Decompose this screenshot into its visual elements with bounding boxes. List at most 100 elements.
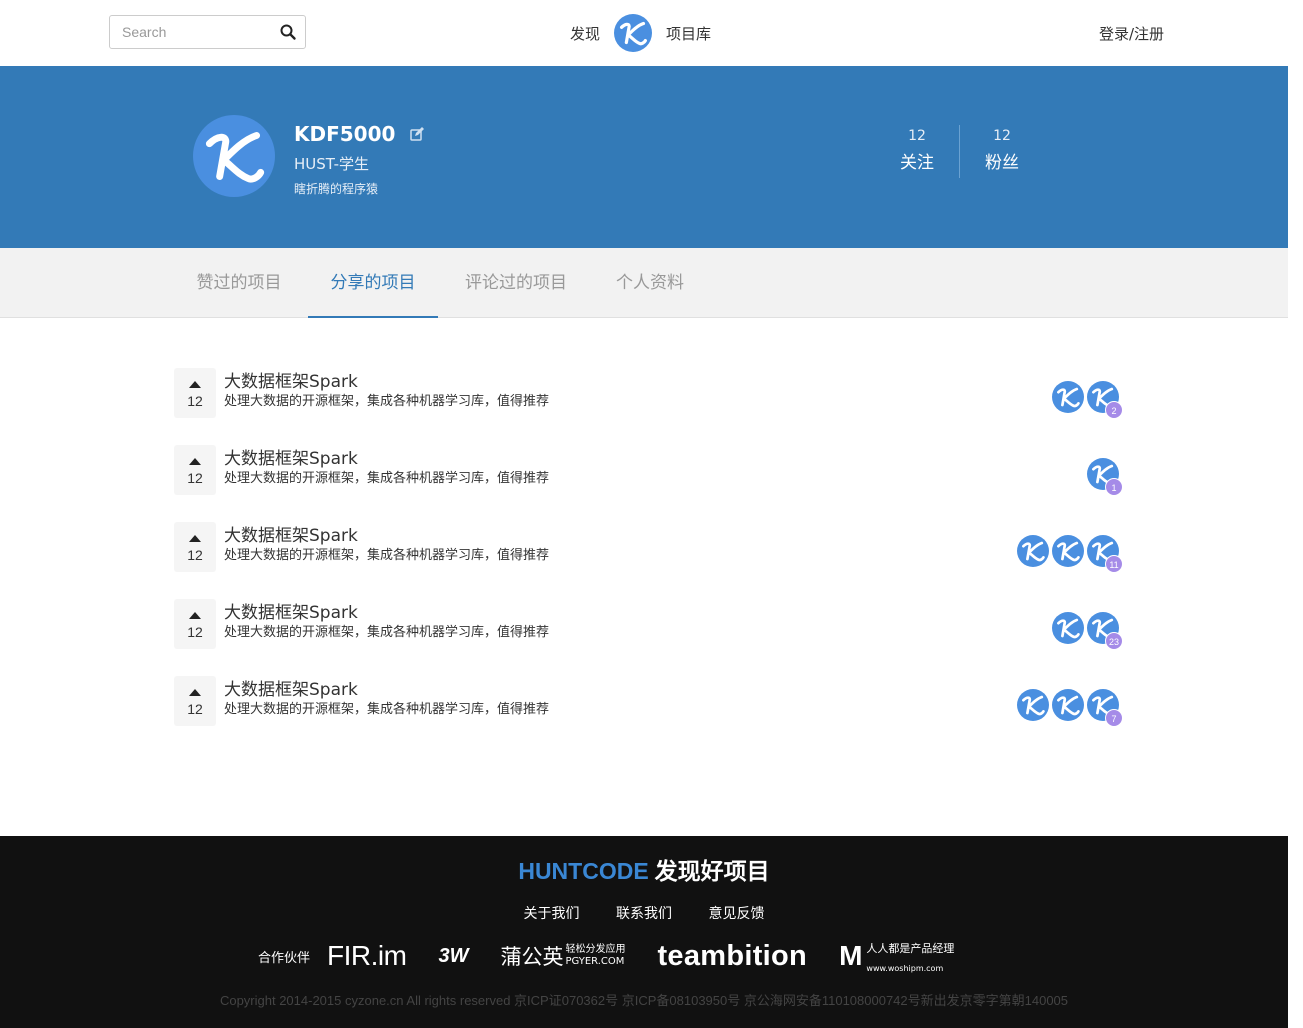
project-item: 12 大数据框架Spark 处理大数据的开源框架，集成各种机器学习库，值得推荐 … (174, 675, 1123, 734)
upvote-triangle-icon (189, 612, 201, 619)
followers-count: 12 (993, 128, 1011, 144)
project-item: 12 大数据框架Spark 处理大数据的开源框架，集成各种机器学习库，值得推荐 … (174, 598, 1123, 657)
partner-woshipm-logo[interactable]: M 人人都是产品经理 www.woshipm.com (839, 937, 954, 975)
partner-pgyer-logo[interactable]: 蒲公英 轻松分发应用 PGYER.COM (500, 941, 625, 971)
k-logo-icon (1052, 612, 1084, 644)
main-nav: 发现 项目库 (570, 14, 711, 52)
upvote-triangle-icon (189, 381, 201, 388)
copyright-text: Copyright 2014-2015 cyzone.cn All rights… (219, 993, 1069, 1008)
pgyer-slogan: 轻松分发应用 (565, 944, 626, 955)
footer: HUNTCODE 发现好项目 关于我们 联系我们 意见反馈 合作伙伴 FIR.im… (0, 836, 1288, 1028)
project-desc: 处理大数据的开源框架，集成各种机器学习库，值得推荐 (224, 394, 550, 409)
upvote-button[interactable]: 12 (174, 445, 216, 495)
vote-count: 12 (187, 393, 203, 409)
profile-school: HUST-学生 (294, 155, 369, 173)
k-logo-icon (1017, 535, 1049, 567)
partner-3w-logo[interactable]: 3W (438, 945, 468, 968)
pgyer-url: PGYER.COM (565, 956, 625, 967)
tab-commented-projects[interactable]: 评论过的项目 (452, 248, 580, 318)
k-logo-icon (1052, 535, 1084, 567)
voter-avatar[interactable] (1052, 535, 1084, 567)
profile-name: KDF5000 (294, 122, 396, 146)
footer-link-contact[interactable]: 联系我们 (616, 906, 672, 922)
partners-label: 合作伙伴 (258, 950, 311, 966)
following-label: 关注 (900, 153, 934, 173)
project-desc: 处理大数据的开源框架，集成各种机器学习库，值得推荐 (224, 548, 550, 563)
pgyer-tagline: 轻松分发应用 PGYER.COM (565, 944, 625, 968)
voter-avatar[interactable] (1052, 381, 1084, 413)
upvote-button[interactable]: 12 (174, 599, 216, 649)
edit-icon[interactable] (409, 126, 425, 142)
footer-link-about[interactable]: 关于我们 (524, 906, 580, 922)
vote-count: 12 (187, 624, 203, 640)
profile-avatar (193, 115, 275, 197)
voter-count-badge: 2 (1105, 401, 1123, 419)
voter-avatar[interactable]: 2 (1087, 381, 1123, 419)
profile-tabs: 赞过的项目 分享的项目 评论过的项目 个人资料 (0, 248, 1288, 318)
profile-header: KDF5000 HUST-学生 瞎折腾的程序猿 12 关注 12 粉丝 (0, 66, 1288, 248)
tab-shared-projects[interactable]: 分享的项目 (308, 248, 438, 318)
pgyer-name: 蒲公英 (500, 945, 564, 969)
voter-avatar[interactable] (1052, 689, 1084, 721)
vote-count: 12 (187, 470, 203, 486)
vote-count: 12 (187, 547, 203, 563)
project-title[interactable]: 大数据框架Spark (224, 598, 358, 623)
nav-discover-link[interactable]: 发现 (570, 23, 600, 44)
project-title[interactable]: 大数据框架Spark (224, 367, 358, 392)
voter-count-badge: 7 (1105, 709, 1123, 727)
partner-teambition-logo[interactable]: teambition (657, 940, 807, 973)
profile-bio: 瞎折腾的程序猿 (294, 182, 379, 196)
search-box (109, 15, 306, 49)
voter-avatar[interactable]: 7 (1087, 689, 1123, 727)
nav-library-link[interactable]: 项目库 (666, 23, 711, 44)
voter-avatar[interactable]: 11 (1087, 535, 1123, 573)
voter-avatars: 23 (1049, 612, 1123, 650)
voter-count-badge: 23 (1105, 632, 1123, 650)
project-desc: 处理大数据的开源框架，集成各种机器学习库，值得推荐 (224, 471, 550, 486)
search-input[interactable] (110, 16, 270, 48)
project-title[interactable]: 大数据框架Spark (224, 521, 358, 546)
profile-name-row: KDF5000 (294, 122, 425, 146)
partners-row: 合作伙伴 FIR.im 3W 蒲公英 轻松分发应用 PGYER.COM team… (258, 938, 986, 974)
project-desc: 处理大数据的开源框架，集成各种机器学习库，值得推荐 (224, 702, 550, 717)
project-title[interactable]: 大数据框架Spark (224, 444, 358, 469)
k-logo-icon (1052, 689, 1084, 721)
voter-avatars: 7 (1014, 689, 1123, 727)
followers-stat[interactable]: 12 粉丝 (962, 128, 1042, 173)
upvote-button[interactable]: 12 (174, 522, 216, 572)
voter-count-badge: 1 (1105, 478, 1123, 496)
voter-avatar[interactable]: 23 (1087, 612, 1123, 650)
voter-avatars: 2 (1049, 381, 1123, 419)
login-register-link[interactable]: 登录/注册 (1099, 23, 1164, 44)
voter-avatar[interactable] (1017, 535, 1049, 567)
brand-name: HUNTCODE (518, 858, 649, 884)
tab-profile-info[interactable]: 个人资料 (600, 248, 700, 318)
woshipm-m-icon: M (839, 940, 863, 971)
upvote-button[interactable]: 12 (174, 676, 216, 726)
woshipm-text: 人人都是产品经理 (866, 942, 955, 955)
search-icon[interactable] (279, 23, 297, 41)
tab-liked-projects[interactable]: 赞过的项目 (180, 248, 298, 318)
voter-avatars: 1 (1084, 458, 1123, 496)
woshipm-url: www.woshipm.com (866, 964, 944, 973)
upvote-triangle-icon (189, 689, 201, 696)
project-item: 12 大数据框架Spark 处理大数据的开源框架，集成各种机器学习库，值得推荐 … (174, 444, 1123, 503)
project-item: 12 大数据框架Spark 处理大数据的开源框架，集成各种机器学习库，值得推荐 … (174, 367, 1123, 426)
k-logo-icon (1052, 381, 1084, 413)
k-logo-icon (1017, 689, 1049, 721)
upvote-triangle-icon (189, 535, 201, 542)
project-title[interactable]: 大数据框架Spark (224, 675, 358, 700)
stat-divider (959, 125, 960, 178)
following-stat[interactable]: 12 关注 (877, 128, 957, 173)
partner-fir-logo[interactable]: FIR.im (327, 940, 407, 972)
voter-count-badge: 11 (1105, 555, 1123, 573)
voter-avatar[interactable]: 1 (1087, 458, 1123, 496)
footer-link-feedback[interactable]: 意见反馈 (708, 906, 764, 922)
following-count: 12 (908, 128, 926, 144)
voter-avatar[interactable] (1052, 612, 1084, 644)
vote-count: 12 (187, 701, 203, 717)
voter-avatar[interactable] (1017, 689, 1049, 721)
upvote-button[interactable]: 12 (174, 368, 216, 418)
k-logo-icon[interactable] (614, 14, 652, 52)
brand-slogan: 发现好项目 (654, 859, 770, 885)
